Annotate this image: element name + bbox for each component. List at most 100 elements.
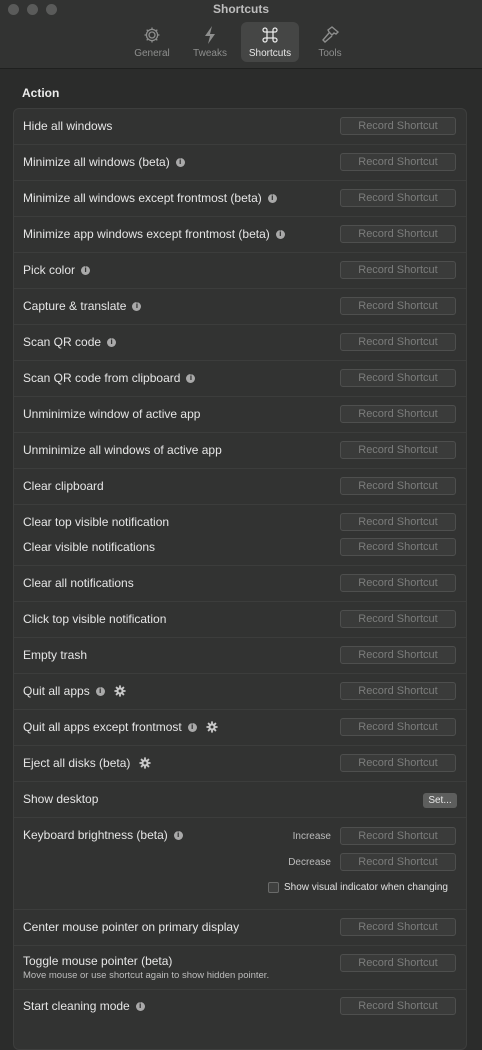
shortcut-row-click-top-notification: Click top visible notification Record Sh…	[14, 602, 466, 638]
bolt-icon	[203, 24, 217, 46]
shortcuts-panel: Hide all windows Record Shortcut Minimiz…	[13, 108, 467, 1050]
shortcut-row-center-mouse-pointer: Center mouse pointer on primary display …	[14, 910, 466, 946]
record-shortcut-button[interactable]: Record Shortcut	[340, 918, 456, 936]
info-icon[interactable]: i	[267, 193, 277, 203]
record-shortcut-button[interactable]: Record Shortcut	[340, 513, 456, 531]
record-shortcut-button[interactable]: Record Shortcut	[340, 682, 456, 700]
row-description: Move mouse or use shortcut again to show…	[23, 970, 270, 981]
record-shortcut-button[interactable]: Record Shortcut	[340, 574, 456, 592]
tab-general[interactable]: General	[125, 22, 179, 62]
shortcut-row-minimize-all-except-frontmost: Minimize all windows except frontmost (b…	[14, 181, 466, 217]
record-shortcut-button[interactable]: Record Shortcut	[340, 954, 456, 972]
record-shortcut-button[interactable]: Record Shortcut	[340, 297, 456, 315]
section-title: Action	[22, 86, 60, 100]
title-bar: Shortcuts General Tweaks Shortcuts Tools	[0, 0, 482, 69]
hammer-icon	[320, 24, 340, 46]
row-label: Start cleaning mode i	[23, 999, 145, 1013]
info-icon[interactable]: i	[173, 830, 183, 840]
shortcut-row-eject-all-disks: Eject all disks (beta) Record Shortcut	[14, 746, 466, 782]
shortcut-row-toggle-mouse-pointer: Toggle mouse pointer (beta) Move mouse o…	[14, 946, 466, 990]
tab-tools[interactable]: Tools	[303, 22, 357, 62]
row-label: Minimize all windows (beta) i	[23, 155, 185, 169]
row-label: Clear clipboard	[23, 479, 104, 493]
row-label: Scan QR code from clipboard i	[23, 371, 196, 385]
shortcut-row-scan-qr-code: Scan QR code i Record Shortcut	[14, 325, 466, 361]
tab-label: Tweaks	[193, 48, 227, 59]
tab-label: Shortcuts	[248, 48, 292, 59]
shortcut-row-keyboard-brightness: Keyboard brightness (beta) i Increase Rec…	[14, 818, 466, 910]
row-label: Minimize app windows except frontmost (b…	[23, 227, 285, 241]
checkbox-box[interactable]	[268, 882, 279, 893]
row-label: Scan QR code i	[23, 335, 117, 349]
row-label: Show desktop	[23, 792, 99, 806]
checkbox-label: Show visual indicator when changing	[284, 882, 448, 893]
info-icon[interactable]: i	[175, 157, 185, 167]
row-label: Center mouse pointer on primary display	[23, 920, 240, 934]
info-icon[interactable]: i	[95, 686, 105, 696]
record-shortcut-button[interactable]: Record Shortcut	[340, 333, 456, 351]
info-icon[interactable]: i	[132, 301, 142, 311]
shortcut-row-clear-notifications: Clear top visible notification Record Sh…	[14, 505, 466, 566]
record-shortcut-button[interactable]: Record Shortcut	[340, 718, 456, 736]
shortcut-row-start-cleaning-mode: Start cleaning mode i Record Shortcut	[14, 990, 466, 1026]
info-icon[interactable]: i	[81, 265, 91, 275]
row-label: Click top visible notification	[23, 612, 167, 626]
gear-icon[interactable]	[206, 721, 218, 733]
tab-shortcuts[interactable]: Shortcuts	[241, 22, 299, 62]
row-label: Quit all apps except frontmost i	[23, 720, 218, 734]
record-shortcut-button[interactable]: Record Shortcut	[340, 538, 456, 556]
record-shortcut-button[interactable]: Record Shortcut	[340, 225, 456, 243]
preferences-tabs: General Tweaks Shortcuts Tools	[0, 22, 482, 62]
record-shortcut-button[interactable]: Record Shortcut	[340, 261, 456, 279]
record-shortcut-button[interactable]: Record Shortcut	[340, 405, 456, 423]
tab-tweaks[interactable]: Tweaks	[183, 22, 237, 62]
record-shortcut-button[interactable]: Record Shortcut	[340, 117, 456, 135]
row-label-secondary: Clear visible notifications	[23, 540, 156, 554]
row-label: Clear top visible notification	[23, 515, 170, 529]
shortcut-row-minimize-app-windows-except-frontmost: Minimize app windows except frontmost (b…	[14, 217, 466, 253]
shortcut-row-unminimize-all-windows: Unminimize all windows of active app Rec…	[14, 433, 466, 469]
record-shortcut-button[interactable]: Record Shortcut	[340, 754, 456, 772]
record-shortcut-button[interactable]: Record Shortcut	[340, 189, 456, 207]
row-label: Hide all windows	[23, 119, 113, 133]
tab-label: General	[134, 48, 170, 59]
window-title: Shortcuts	[212, 2, 269, 16]
shortcut-row-unminimize-window: Unminimize window of active app Record S…	[14, 397, 466, 433]
info-icon[interactable]: i	[107, 337, 117, 347]
gear-icon[interactable]	[139, 757, 151, 769]
gear-icon	[142, 24, 162, 46]
record-shortcut-button[interactable]: Record Shortcut	[340, 153, 456, 171]
row-label: Clear all notifications	[23, 576, 134, 590]
shortcut-row-minimize-all-windows: Minimize all windows (beta) i Record Shor…	[14, 145, 466, 181]
record-shortcut-button[interactable]: Record Shortcut	[340, 441, 456, 459]
record-shortcut-increase-button[interactable]: Record Shortcut	[340, 827, 456, 845]
shortcut-row-quit-all-apps-except-frontmost: Quit all apps except frontmost i Record S…	[14, 710, 466, 746]
record-shortcut-button[interactable]: Record Shortcut	[340, 477, 456, 495]
decrease-label: Decrease	[288, 857, 331, 868]
record-shortcut-button[interactable]: Record Shortcut	[340, 610, 456, 628]
row-label: Capture & translate i	[23, 299, 142, 313]
shortcut-row-quit-all-apps: Quit all apps i Record Shortcut	[14, 674, 466, 710]
row-label: Quit all apps i	[23, 684, 126, 698]
shortcut-row-clear-clipboard: Clear clipboard Record Shortcut	[14, 469, 466, 505]
command-icon	[260, 24, 280, 46]
row-label: Empty trash	[23, 648, 88, 662]
info-icon[interactable]: i	[186, 373, 196, 383]
row-label: Toggle mouse pointer (beta)	[23, 954, 173, 968]
row-label: Minimize all windows except frontmost (b…	[23, 191, 277, 205]
shortcut-row-capture-translate: Capture & translate i Record Shortcut	[14, 289, 466, 325]
shortcut-row-pick-color: Pick color i Record Shortcut	[14, 253, 466, 289]
visual-indicator-checkbox[interactable]: Show visual indicator when changing	[268, 882, 448, 893]
gear-icon[interactable]	[114, 685, 126, 697]
set-button[interactable]: Set...	[423, 793, 457, 808]
info-icon[interactable]: i	[275, 229, 285, 239]
record-shortcut-button[interactable]: Record Shortcut	[340, 369, 456, 387]
record-shortcut-button[interactable]: Record Shortcut	[340, 646, 456, 664]
shortcut-row-empty-trash: Empty trash Record Shortcut	[14, 638, 466, 674]
info-icon[interactable]: i	[135, 1001, 145, 1011]
shortcut-row-scan-qr-code-clipboard: Scan QR code from clipboard i Record Shor…	[14, 361, 466, 397]
info-icon[interactable]: i	[187, 722, 197, 732]
record-shortcut-decrease-button[interactable]: Record Shortcut	[340, 853, 456, 871]
row-label: Eject all disks (beta)	[23, 756, 151, 770]
record-shortcut-button[interactable]: Record Shortcut	[340, 997, 456, 1015]
